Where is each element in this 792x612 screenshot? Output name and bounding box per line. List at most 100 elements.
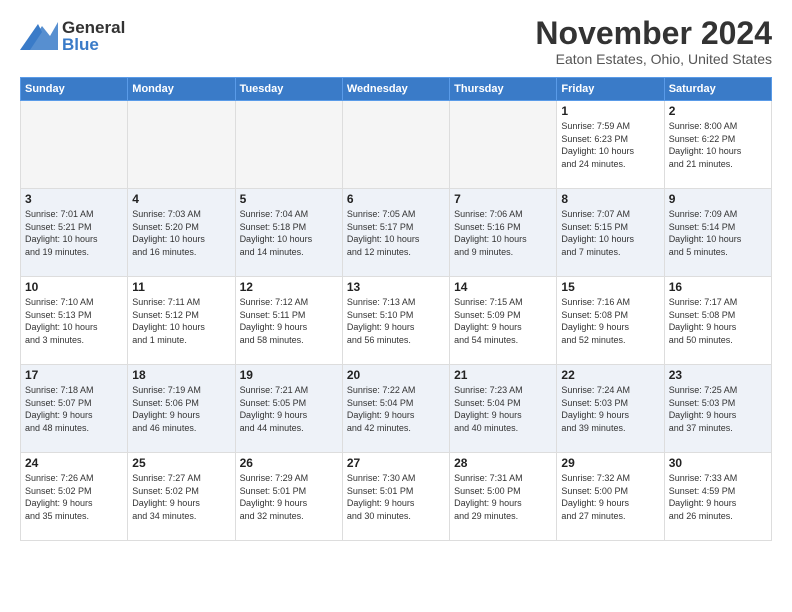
calendar-cell: 14Sunrise: 7:15 AM Sunset: 5:09 PM Dayli… [450, 277, 557, 365]
day-info: Sunrise: 7:18 AM Sunset: 5:07 PM Dayligh… [25, 384, 123, 434]
calendar-week-5: 24 Sunrise: 7:26 AM Sunset: 5:02 PM Dayli… [21, 453, 772, 541]
calendar-page: General Blue November 2024 Eaton Estates… [0, 0, 792, 612]
day-number: 4 [132, 192, 230, 206]
day-number: 14 [454, 280, 552, 294]
day-info: Sunrise: 7:13 AM Sunset: 5:10 PM Dayligh… [347, 296, 445, 346]
day-number: 19 [240, 368, 338, 382]
day-info: Sunrise: 7:04 AM Sunset: 5:18 PM Dayligh… [240, 208, 338, 258]
day-number: 22 [561, 368, 659, 382]
calendar-cell: 28 Sunrise: 7:31 AM Sunset: 5:00 PM Dayli… [450, 453, 557, 541]
calendar-cell: 8 Sunrise: 7:07 AM Sunset: 5:15 PM Daylig… [557, 189, 664, 277]
day-number: 5 [240, 192, 338, 206]
calendar-cell [21, 101, 128, 189]
day-info: Sunrise: 8:00 AM Sunset: 6:22 PM Dayligh… [669, 120, 767, 170]
calendar-cell: 12Sunrise: 7:12 AM Sunset: 5:11 PM Dayli… [235, 277, 342, 365]
calendar-week-1: 1 Sunrise: 7:59 AM Sunset: 6:23 PM Daylig… [21, 101, 772, 189]
day-number: 9 [669, 192, 767, 206]
day-info: Sunrise: 7:07 AM Sunset: 5:15 PM Dayligh… [561, 208, 659, 258]
day-info: Sunrise: 7:21 AM Sunset: 5:05 PM Dayligh… [240, 384, 338, 434]
day-info: Sunrise: 7:23 AM Sunset: 5:04 PM Dayligh… [454, 384, 552, 434]
calendar-cell: 23 Sunrise: 7:25 AM Sunset: 5:03 PM Dayli… [664, 365, 771, 453]
day-number: 27 [347, 456, 445, 470]
day-number: 29 [561, 456, 659, 470]
day-info: Sunrise: 7:59 AM Sunset: 6:23 PM Dayligh… [561, 120, 659, 170]
calendar-cell: 18 Sunrise: 7:19 AM Sunset: 5:06 PM Dayli… [128, 365, 235, 453]
calendar-cell: 2 Sunrise: 8:00 AM Sunset: 6:22 PM Daylig… [664, 101, 771, 189]
calendar-week-4: 17Sunrise: 7:18 AM Sunset: 5:07 PM Dayli… [21, 365, 772, 453]
col-sunday: Sunday [21, 78, 128, 101]
calendar-week-2: 3 Sunrise: 7:01 AM Sunset: 5:21 PM Daylig… [21, 189, 772, 277]
day-number: 30 [669, 456, 767, 470]
day-info: Sunrise: 7:11 AM Sunset: 5:12 PM Dayligh… [132, 296, 230, 346]
day-number: 24 [25, 456, 123, 470]
day-info: Sunrise: 7:27 AM Sunset: 5:02 PM Dayligh… [132, 472, 230, 522]
day-info: Sunrise: 7:33 AM Sunset: 4:59 PM Dayligh… [669, 472, 767, 522]
col-tuesday: Tuesday [235, 78, 342, 101]
calendar-cell: 9 Sunrise: 7:09 AM Sunset: 5:14 PM Daylig… [664, 189, 771, 277]
col-thursday: Thursday [450, 78, 557, 101]
col-friday: Friday [557, 78, 664, 101]
calendar-cell: 22Sunrise: 7:24 AM Sunset: 5:03 PM Dayli… [557, 365, 664, 453]
calendar-table: Sunday Monday Tuesday Wednesday Thursday… [20, 77, 772, 541]
calendar-cell: 4 Sunrise: 7:03 AM Sunset: 5:20 PM Daylig… [128, 189, 235, 277]
day-number: 11 [132, 280, 230, 294]
day-number: 12 [240, 280, 338, 294]
day-info: Sunrise: 7:03 AM Sunset: 5:20 PM Dayligh… [132, 208, 230, 258]
col-monday: Monday [128, 78, 235, 101]
calendar-header-row: Sunday Monday Tuesday Wednesday Thursday… [21, 78, 772, 101]
day-info: Sunrise: 7:30 AM Sunset: 5:01 PM Dayligh… [347, 472, 445, 522]
col-wednesday: Wednesday [342, 78, 449, 101]
calendar-cell: 17Sunrise: 7:18 AM Sunset: 5:07 PM Dayli… [21, 365, 128, 453]
day-info: Sunrise: 7:01 AM Sunset: 5:21 PM Dayligh… [25, 208, 123, 258]
day-info: Sunrise: 7:32 AM Sunset: 5:00 PM Dayligh… [561, 472, 659, 522]
logo-name: General Blue [62, 19, 125, 53]
col-saturday: Saturday [664, 78, 771, 101]
month-title: November 2024 [535, 16, 772, 51]
day-info: Sunrise: 7:10 AM Sunset: 5:13 PM Dayligh… [25, 296, 123, 346]
calendar-cell: 19 Sunrise: 7:21 AM Sunset: 5:05 PM Dayli… [235, 365, 342, 453]
title-area: November 2024 Eaton Estates, Ohio, Unite… [535, 16, 772, 67]
day-info: Sunrise: 7:22 AM Sunset: 5:04 PM Dayligh… [347, 384, 445, 434]
day-info: Sunrise: 7:25 AM Sunset: 5:03 PM Dayligh… [669, 384, 767, 434]
calendar-cell [128, 101, 235, 189]
day-info: Sunrise: 7:16 AM Sunset: 5:08 PM Dayligh… [561, 296, 659, 346]
day-number: 3 [25, 192, 123, 206]
day-number: 6 [347, 192, 445, 206]
logo-general-text: General [62, 19, 125, 36]
day-number: 25 [132, 456, 230, 470]
calendar-cell: 15 Sunrise: 7:16 AM Sunset: 5:08 PM Dayli… [557, 277, 664, 365]
day-number: 15 [561, 280, 659, 294]
day-info: Sunrise: 7:17 AM Sunset: 5:08 PM Dayligh… [669, 296, 767, 346]
day-number: 1 [561, 104, 659, 118]
logo-blue-text: Blue [62, 36, 125, 53]
day-info: Sunrise: 7:26 AM Sunset: 5:02 PM Dayligh… [25, 472, 123, 522]
calendar-cell: 13 Sunrise: 7:13 AM Sunset: 5:10 PM Dayli… [342, 277, 449, 365]
day-info: Sunrise: 7:29 AM Sunset: 5:01 PM Dayligh… [240, 472, 338, 522]
calendar-cell: 6Sunrise: 7:05 AM Sunset: 5:17 PM Daylig… [342, 189, 449, 277]
calendar-cell: 5 Sunrise: 7:04 AM Sunset: 5:18 PM Daylig… [235, 189, 342, 277]
location-text: Eaton Estates, Ohio, United States [535, 51, 772, 67]
page-header: General Blue November 2024 Eaton Estates… [20, 16, 772, 67]
day-number: 21 [454, 368, 552, 382]
day-info: Sunrise: 7:19 AM Sunset: 5:06 PM Dayligh… [132, 384, 230, 434]
calendar-week-3: 10 Sunrise: 7:10 AM Sunset: 5:13 PM Dayli… [21, 277, 772, 365]
calendar-cell: 21 Sunrise: 7:23 AM Sunset: 5:04 PM Dayli… [450, 365, 557, 453]
calendar-cell: 7Sunrise: 7:06 AM Sunset: 5:16 PM Daylig… [450, 189, 557, 277]
day-number: 2 [669, 104, 767, 118]
calendar-cell: 25 Sunrise: 7:27 AM Sunset: 5:02 PM Dayli… [128, 453, 235, 541]
day-number: 13 [347, 280, 445, 294]
day-number: 16 [669, 280, 767, 294]
calendar-cell: 26Sunrise: 7:29 AM Sunset: 5:01 PM Dayli… [235, 453, 342, 541]
day-number: 28 [454, 456, 552, 470]
day-number: 18 [132, 368, 230, 382]
day-number: 8 [561, 192, 659, 206]
calendar-cell: 16 Sunrise: 7:17 AM Sunset: 5:08 PM Dayli… [664, 277, 771, 365]
calendar-cell [235, 101, 342, 189]
calendar-cell [342, 101, 449, 189]
calendar-cell: 20Sunrise: 7:22 AM Sunset: 5:04 PM Dayli… [342, 365, 449, 453]
calendar-cell: 29 Sunrise: 7:32 AM Sunset: 5:00 PM Dayli… [557, 453, 664, 541]
day-info: Sunrise: 7:09 AM Sunset: 5:14 PM Dayligh… [669, 208, 767, 258]
day-number: 23 [669, 368, 767, 382]
day-info: Sunrise: 7:31 AM Sunset: 5:00 PM Dayligh… [454, 472, 552, 522]
day-number: 10 [25, 280, 123, 294]
